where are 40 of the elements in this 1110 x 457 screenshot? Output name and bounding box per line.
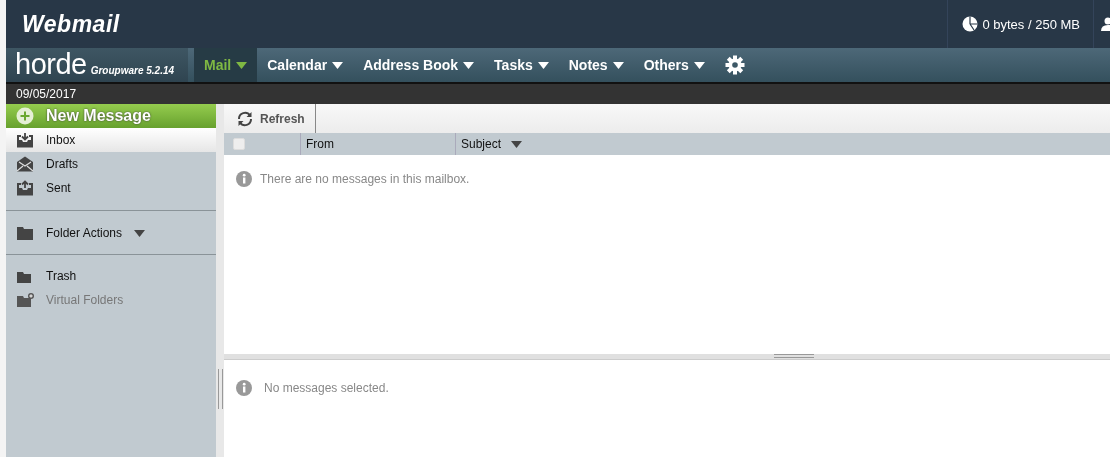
empty-message: There are no messages in this mailbox. [260,172,470,186]
nav-menu-item[interactable]: Tasks [484,48,559,82]
quota-text: 0 bytes / 250 MB [982,16,1080,32]
date-text: 09/05/2017 [16,87,77,101]
caret-icon [511,140,523,148]
caret-icon [537,61,549,69]
mailbox-item[interactable]: Inbox [6,128,216,152]
nav-menu-item[interactable]: Address Book [353,48,485,82]
plus-icon [16,107,34,125]
column-header[interactable]: Subject [456,133,523,155]
pie-chart-icon [962,16,979,32]
nav-menu-item[interactable]: Notes [558,48,634,82]
horde-logo[interactable]: horde Groupware 5.2.14 [6,48,188,82]
empty-message: No messages selected. [264,381,389,395]
folder-item[interactable]: Trash [6,264,216,288]
caret-icon [332,61,344,69]
column-header[interactable]: From [301,133,456,155]
folder-plus-icon [16,292,34,308]
folder-icon [16,225,34,241]
caret-icon [612,61,624,69]
envelope-icon [16,156,34,172]
select-all-checkbox[interactable] [233,138,245,150]
tray-icon [16,180,34,196]
mailbox-item[interactable]: Sent [6,176,216,200]
nav-menu-item[interactable]: Others [633,48,715,82]
nav-menu-item[interactable]: Mail [194,48,258,82]
info-icon [236,380,252,396]
caret-icon [236,61,248,69]
nav-menu-item[interactable]: Calendar [257,48,354,82]
folder-actions-menu[interactable]: Folder Actions [6,221,216,245]
caret-icon [134,229,146,237]
tray-icon [16,132,34,148]
caret-icon [463,61,475,69]
caret-icon [693,61,705,69]
user-icon[interactable] [1100,17,1110,31]
refresh-icon [236,109,254,128]
settings-icon[interactable] [724,55,745,75]
info-icon [236,171,252,187]
mailbox-item[interactable]: Drafts [6,152,216,176]
webmail-logo: Webmail [22,10,121,38]
